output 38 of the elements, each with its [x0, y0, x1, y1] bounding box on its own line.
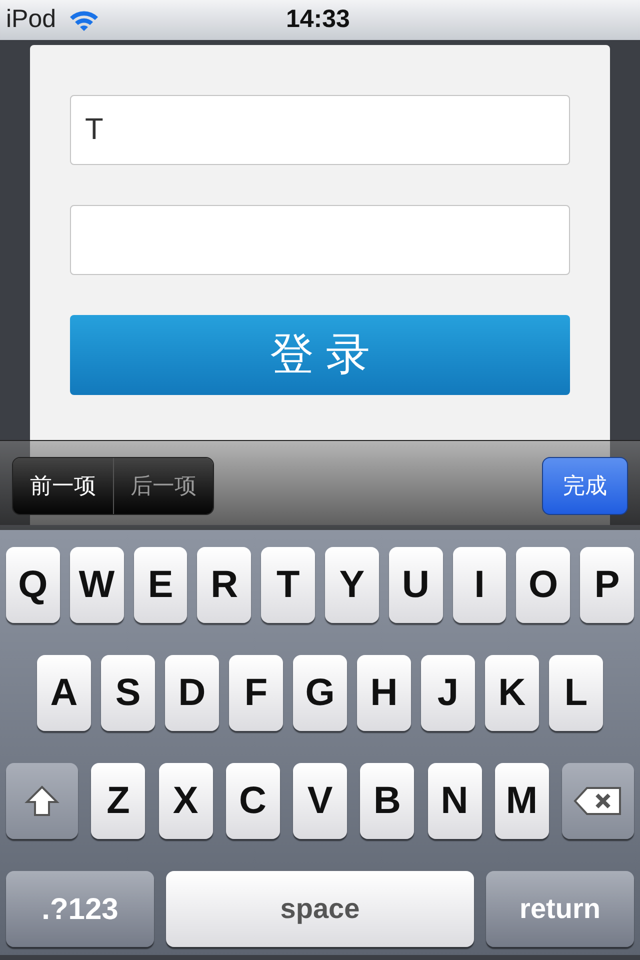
clock: 14:33 — [286, 4, 350, 36]
key[interactable]: R — [197, 547, 252, 623]
login-button[interactable]: 登 录 — [70, 315, 570, 395]
delete-icon — [573, 786, 623, 816]
key[interactable]: N — [428, 763, 482, 839]
key[interactable]: Q — [6, 547, 60, 623]
delete-key[interactable] — [562, 763, 634, 839]
key[interactable]: E — [134, 547, 188, 623]
key[interactable]: S — [101, 655, 155, 731]
key[interactable]: F — [229, 655, 283, 731]
key[interactable]: Y — [325, 547, 379, 623]
key[interactable]: U — [388, 547, 443, 623]
key[interactable]: T — [261, 547, 315, 623]
key[interactable]: A — [37, 655, 91, 731]
key[interactable]: G — [293, 655, 347, 731]
key[interactable]: Z — [91, 763, 146, 839]
key[interactable]: I — [452, 547, 506, 623]
key[interactable]: W — [70, 547, 124, 623]
key[interactable]: P — [580, 547, 634, 623]
key[interactable]: D — [165, 655, 219, 731]
space-key[interactable]: space — [166, 871, 474, 947]
device-name: iPod — [6, 4, 56, 36]
shift-key[interactable] — [6, 763, 78, 839]
key[interactable]: H — [357, 655, 411, 731]
key[interactable]: O — [516, 547, 570, 623]
key[interactable]: X — [158, 763, 212, 839]
key[interactable]: C — [226, 763, 280, 839]
key[interactable]: K — [485, 655, 539, 731]
username-field[interactable]: T — [70, 95, 570, 165]
key[interactable]: J — [421, 655, 475, 731]
key[interactable]: V — [293, 763, 347, 839]
done-button[interactable]: 完成 — [542, 456, 628, 514]
key[interactable]: B — [360, 763, 414, 839]
key[interactable]: M — [494, 763, 549, 839]
key[interactable]: L — [549, 655, 603, 731]
password-field[interactable] — [70, 205, 570, 275]
shift-arrow-icon — [24, 784, 60, 818]
previous-button[interactable]: 前一项 — [13, 458, 113, 514]
